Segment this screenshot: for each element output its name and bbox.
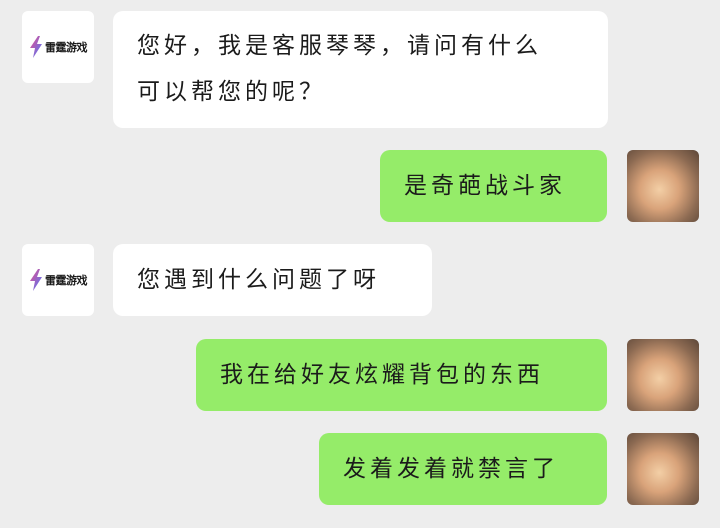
message-text-line: 发着发着就禁言了 bbox=[343, 456, 559, 482]
message-text-line: 您好，我是客服琴琴，请问有什么 bbox=[137, 33, 542, 59]
message-text-line: 我在给好友炫耀背包的东西 bbox=[220, 362, 544, 388]
service-avatar[interactable]: 雷霆游戏 bbox=[22, 244, 94, 316]
message-bubble-outgoing[interactable]: 发着发着就禁言了 bbox=[319, 433, 607, 505]
message-bubble-outgoing[interactable]: 我在给好友炫耀背包的东西 bbox=[196, 339, 607, 411]
message-bubble-incoming[interactable]: 您遇到什么问题了呀 bbox=[113, 244, 432, 316]
user-avatar[interactable] bbox=[627, 339, 699, 411]
message-text-line: 您遇到什么问题了呀 bbox=[137, 267, 380, 293]
service-avatar[interactable]: 雷霆游戏 bbox=[22, 11, 94, 83]
service-logo: 雷霆游戏 bbox=[29, 36, 88, 58]
lightning-bolt-icon bbox=[30, 269, 42, 291]
user-avatar[interactable] bbox=[627, 150, 699, 222]
message-text-line: 可以帮您的呢？ bbox=[137, 79, 326, 105]
message-text-line: 是奇葩战斗家 bbox=[404, 173, 566, 199]
service-logo-text: 雷霆游戏 bbox=[45, 41, 88, 54]
service-logo: 雷霆游戏 bbox=[29, 269, 88, 291]
message-bubble-incoming[interactable]: 您好，我是客服琴琴，请问有什么 可以帮您的呢？ bbox=[113, 11, 608, 128]
message-bubble-outgoing[interactable]: 是奇葩战斗家 bbox=[380, 150, 607, 222]
lightning-bolt-icon bbox=[30, 36, 42, 58]
service-logo-text: 雷霆游戏 bbox=[45, 274, 88, 287]
user-avatar[interactable] bbox=[627, 433, 699, 505]
